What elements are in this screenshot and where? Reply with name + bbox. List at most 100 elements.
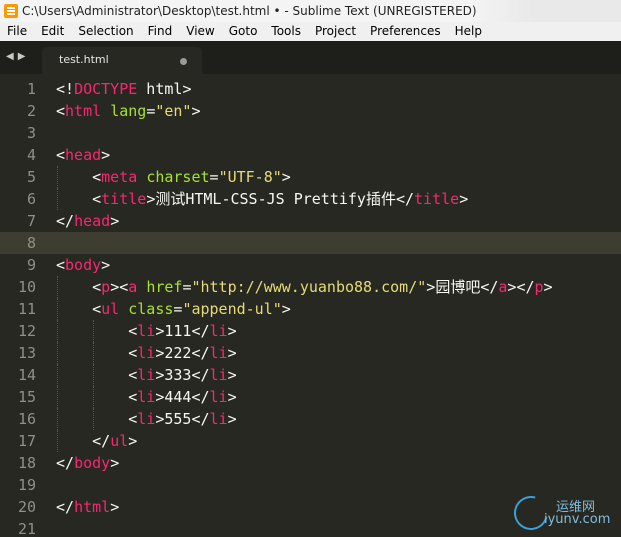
code-token: < [128, 322, 138, 340]
code-line[interactable]: 9 <body> [0, 254, 621, 276]
code-text: <ul class="append-ul"> [56, 298, 291, 320]
line-number: 15 [17, 388, 36, 406]
code-token: > [281, 300, 291, 318]
code-line[interactable]: 8 [0, 232, 621, 254]
menu-item-file[interactable]: File [0, 22, 34, 41]
code-line[interactable]: 10 <p><a href="http://www.yuanbo88.com/"… [0, 276, 621, 298]
code-line[interactable]: 15 <li>444</li> [0, 386, 621, 408]
code-token: < [128, 344, 138, 362]
code-text: <title>测试HTML-CSS-JS Prettify插件</title> [56, 188, 468, 210]
code-token: > [191, 102, 201, 120]
code-token: > [459, 190, 469, 208]
menu-bar: File Edit Selection Find View Goto Tools Projec… [0, 22, 621, 41]
code-line[interactable]: 14 <li>333</li> [0, 364, 621, 386]
window-title: C:\Users\Administrator\Desktop\test.html… [22, 4, 477, 18]
code-line[interactable]: 11 <ul class="append-ul"> [0, 298, 621, 320]
code-text: <li>222</li> [56, 342, 236, 364]
code-line[interactable]: 7 </head> [0, 210, 621, 232]
code-line[interactable]: 18 </body> [0, 452, 621, 474]
code-line[interactable]: 13 <li>222</li> [0, 342, 621, 364]
unsaved-dot-icon[interactable] [180, 58, 187, 65]
indent-guide [57, 430, 58, 452]
menu-item-selection[interactable]: Selection [71, 22, 140, 41]
code-line[interactable]: 6 <title>测试HTML-CSS-JS Prettify插件</title… [0, 188, 621, 210]
code-token: > [227, 366, 237, 384]
indent-guide [57, 166, 58, 188]
code-token: title [414, 190, 460, 208]
menu-item-help[interactable]: Help [448, 22, 489, 41]
line-number: 7 [26, 212, 36, 230]
code-token: ></ [507, 278, 535, 296]
code-token: 333 [164, 366, 192, 384]
title-bar-fade [471, 0, 621, 22]
menu-item-project[interactable]: Project [308, 22, 363, 41]
line-number: 21 [17, 520, 36, 537]
indent-guide [93, 364, 94, 386]
menu-item-preferences[interactable]: Preferences [363, 22, 448, 41]
code-text: <html lang="en"> [56, 100, 201, 122]
code-token: "append-ul" [182, 300, 282, 318]
tab-label: test.html [59, 53, 109, 66]
code-token: 444 [164, 388, 192, 406]
code-token: li [209, 322, 228, 340]
indent-guide [93, 386, 94, 408]
code-token: > [182, 80, 192, 98]
code-line[interactable]: 5 <meta charset="UTF-8"> [0, 166, 621, 188]
menu-item-view[interactable]: View [179, 22, 221, 41]
code-line[interactable]: 12 <li>111</li> [0, 320, 621, 342]
code-line[interactable]: 16 <li>555</li> [0, 408, 621, 430]
code-token: li [209, 388, 228, 406]
line-number: 10 [17, 278, 36, 296]
code-token: </ [92, 432, 111, 450]
code-token: > [227, 410, 237, 428]
code-line[interactable]: 19 [0, 474, 621, 496]
indent-guide [57, 188, 58, 210]
code-text: <li>333</li> [56, 364, 237, 386]
code-line[interactable]: 17 </ul> [0, 430, 621, 452]
line-number: 6 [26, 190, 36, 208]
code-token: 555 [164, 410, 192, 428]
code-text: <li>555</li> [56, 408, 237, 430]
sublime-text-app-icon [4, 4, 18, 18]
code-line[interactable]: 1 <!DOCTYPE html> [0, 78, 621, 100]
code-line[interactable]: 3 [0, 122, 621, 144]
code-line[interactable]: 4 <head> [0, 144, 621, 166]
code-line[interactable]: 2 <html lang="en"> [0, 100, 621, 122]
indent-guide [93, 320, 94, 342]
code-token: html [65, 102, 102, 120]
code-token: head [74, 212, 111, 230]
code-text: <body> [56, 254, 110, 276]
menu-item-find[interactable]: Find [141, 22, 180, 41]
code-token: < [92, 300, 102, 318]
code-token: </ [56, 498, 75, 516]
code-token: li [137, 322, 156, 340]
indent-guide [57, 408, 58, 430]
menu-item-tools[interactable]: Tools [264, 22, 308, 41]
menu-item-goto[interactable]: Goto [222, 22, 265, 41]
code-token: > [101, 256, 111, 274]
code-token: > [110, 454, 120, 472]
code-token: li [209, 410, 228, 428]
code-token: < [128, 388, 138, 406]
code-token: < [92, 190, 102, 208]
code-token: title [101, 190, 147, 208]
tab-nav-right-icon[interactable]: ▶ [18, 51, 30, 62]
code-token: li [137, 388, 156, 406]
code-editor[interactable]: 1 <!DOCTYPE html> 2 <html lang="en"> 3 4 <head… [0, 74, 621, 537]
code-text: <li>111</li> [56, 320, 236, 342]
tab-nav-left-icon[interactable]: ◀ [6, 51, 18, 62]
code-token: > [227, 388, 237, 406]
code-text: <p><a href="http://www.yuanbo88.com/">园博… [56, 276, 552, 298]
watermark: 运维网 iyunv.com [507, 489, 618, 537]
code-token: html [137, 80, 183, 98]
indent-guide [57, 342, 58, 364]
menu-item-edit[interactable]: Edit [34, 22, 71, 41]
code-token: "UTF-8" [218, 168, 282, 186]
indent-guide [57, 320, 58, 342]
code-token: </ [191, 322, 210, 340]
tab-test-html[interactable]: test.html [42, 47, 202, 74]
